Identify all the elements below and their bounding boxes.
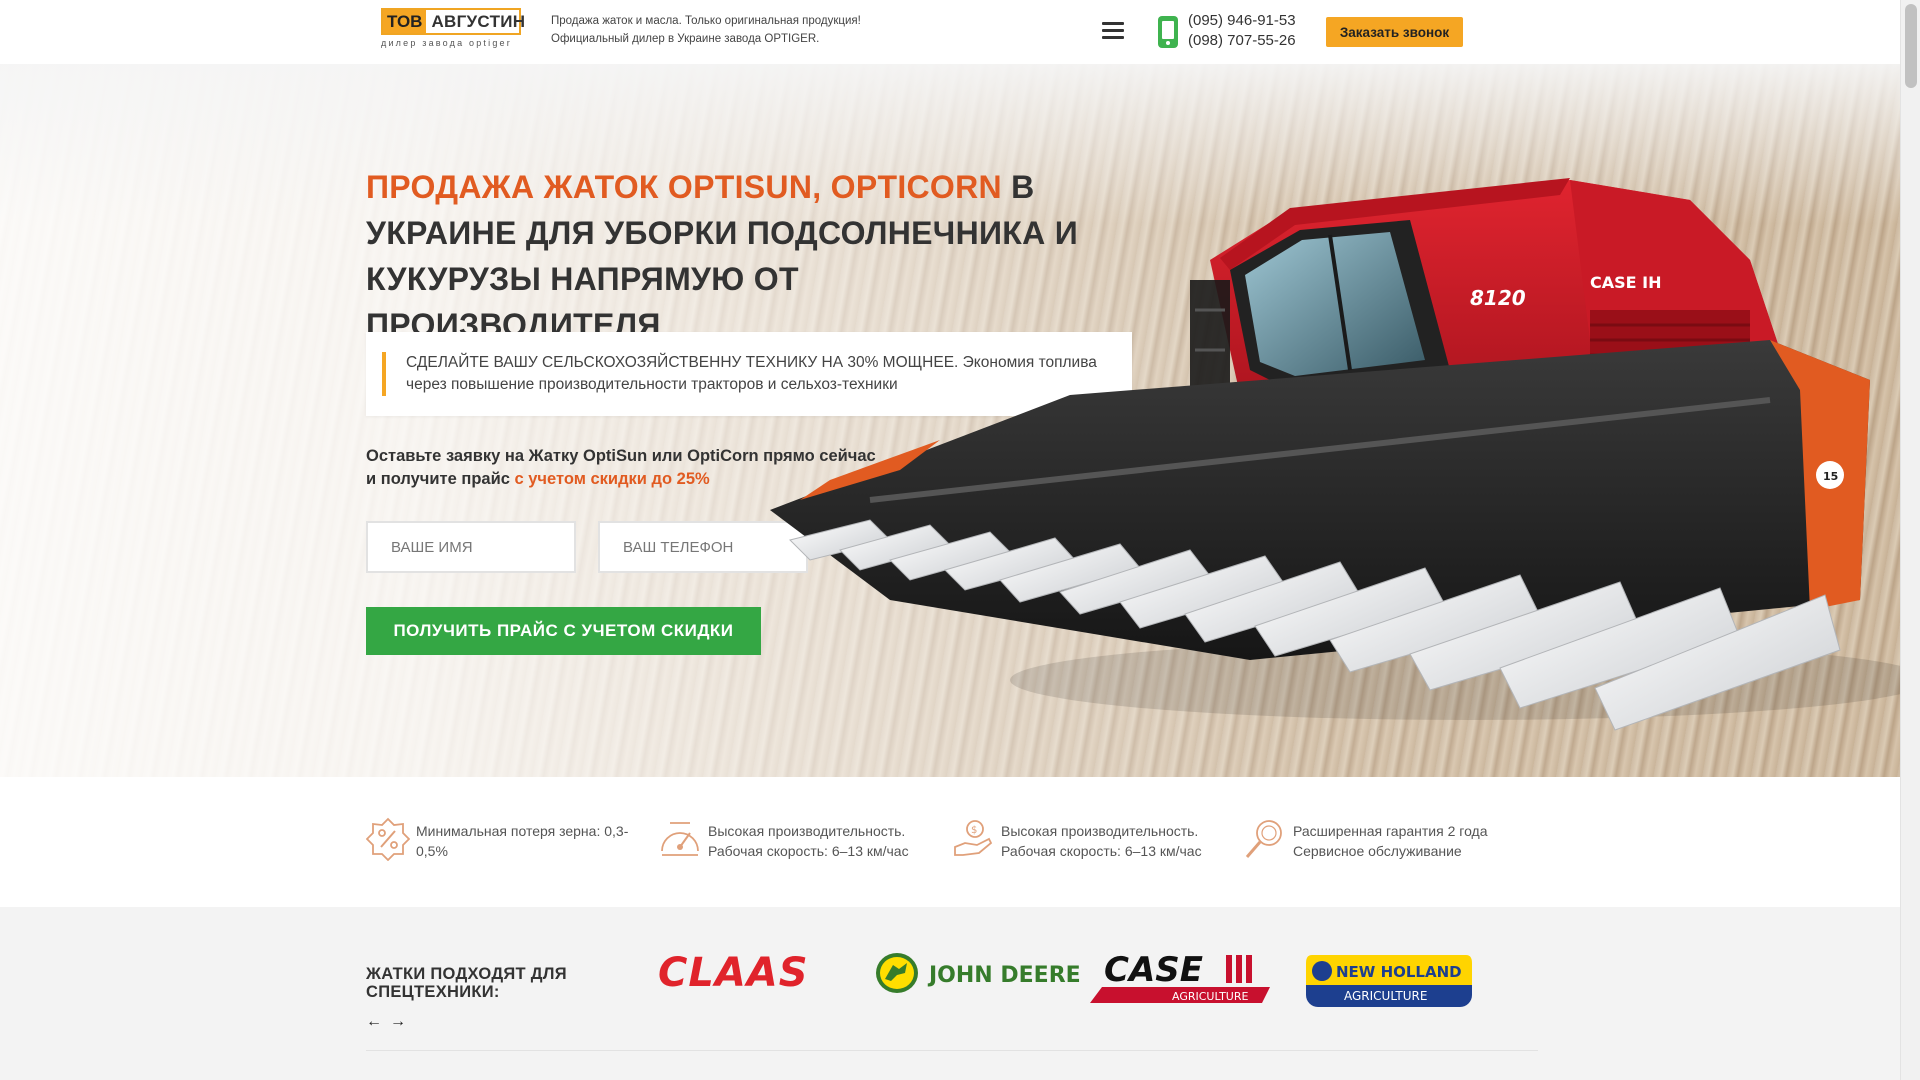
logo-box: ТОВ АВГУСТИН	[381, 8, 525, 35]
phone-numbers: (095) 946-91-53 (098) 707-55-26	[1188, 11, 1296, 51]
tagline-line-2: Официальный дилер в Украине завода OPTIG…	[551, 33, 820, 45]
new-holland-logo[interactable]: NEW HOLLAND AGRICULTURE	[1306, 955, 1472, 1007]
new-holland-logo-text: NEW HOLLAND	[1336, 963, 1462, 981]
phone-2[interactable]: (098) 707-55-26	[1188, 31, 1296, 51]
offer-accent: с учетом скидки до 25%	[514, 470, 710, 488]
case-logo[interactable]: CASE AGRICULTURE	[1090, 947, 1270, 1005]
tagline-line-1: Продажа жаток и масла. Только оригинальн…	[551, 15, 861, 27]
john-deere-logo-text: JOHN DEERE	[927, 963, 1081, 988]
combine-model-label: 8120	[1470, 286, 1526, 310]
quote-bar	[382, 352, 386, 396]
header-tagline: Продажа жаток и масла. Только оригинальн…	[551, 12, 861, 48]
mobile-phone-icon	[1158, 16, 1178, 48]
page: ТОВ АВГУСТИН дилер завода OPTIGER Продаж…	[0, 0, 1900, 1080]
name-input[interactable]	[366, 521, 576, 573]
feature-item: Минимальная потеря зерна: 0,3-0,5%	[366, 817, 646, 861]
scrollbar-thumb[interactable]	[1905, 4, 1917, 88]
brands-title-line-2: СПЕЦТЕХНИКИ:	[366, 983, 500, 1001]
feature-text: Минимальная потеря зерна: 0,3-0,5%	[416, 823, 629, 859]
logo[interactable]: ТОВ АВГУСТИН дилер завода OPTIGER	[381, 8, 525, 50]
phone-1[interactable]: (095) 946-91-53	[1188, 11, 1296, 31]
logo-tov: ТОВ	[383, 10, 427, 33]
site-header: ТОВ АВГУСТИН дилер завода OPTIGER Продаж…	[0, 0, 1900, 64]
logo-name: АВГУСТИН	[431, 12, 526, 31]
case-logo-text: CASE	[1104, 950, 1203, 990]
combine-harvester-image: 8120 CASE IH 15	[770, 178, 1900, 731]
claas-logo-text: CLAAS	[658, 952, 809, 992]
case-logo-subtext: AGRICULTURE	[1172, 990, 1249, 1003]
brands-section: ЖАТКИ ПОДХОДЯТ ДЛЯ СПЕЦТЕХНИКИ: ← → CLAAS…	[0, 907, 1900, 1080]
callback-button[interactable]: Заказать звонок	[1326, 17, 1463, 47]
brands-divider	[366, 1050, 1538, 1051]
hamburger-icon[interactable]	[1102, 22, 1124, 40]
brands-title-line-1: ЖАТКИ ПОДХОДЯТ ДЛЯ	[366, 965, 567, 983]
combine-brand-label: CASE IH	[1590, 273, 1662, 292]
john-deere-logo[interactable]: JOHN DEERE	[875, 951, 1090, 995]
logo-subtitle: дилер завода OPTIGER	[381, 38, 512, 48]
page-scrollbar[interactable]	[1900, 0, 1920, 1080]
claas-logo[interactable]: CLAAS	[658, 952, 848, 992]
next-arrow-icon[interactable]: →	[390, 1013, 406, 1030]
svg-text:15: 15	[1823, 470, 1838, 483]
offer-line-2: и получите прайс	[366, 470, 515, 488]
brands-title: ЖАТКИ ПОДХОДЯТ ДЛЯ СПЕЦТЕХНИКИ:	[366, 965, 567, 1001]
new-holland-logo-subtext: AGRICULTURE	[1344, 989, 1427, 1003]
prev-arrow-icon[interactable]: ←	[366, 1013, 382, 1030]
percent-badge-icon	[366, 817, 410, 861]
brands-arrows: ← →	[366, 1013, 414, 1031]
